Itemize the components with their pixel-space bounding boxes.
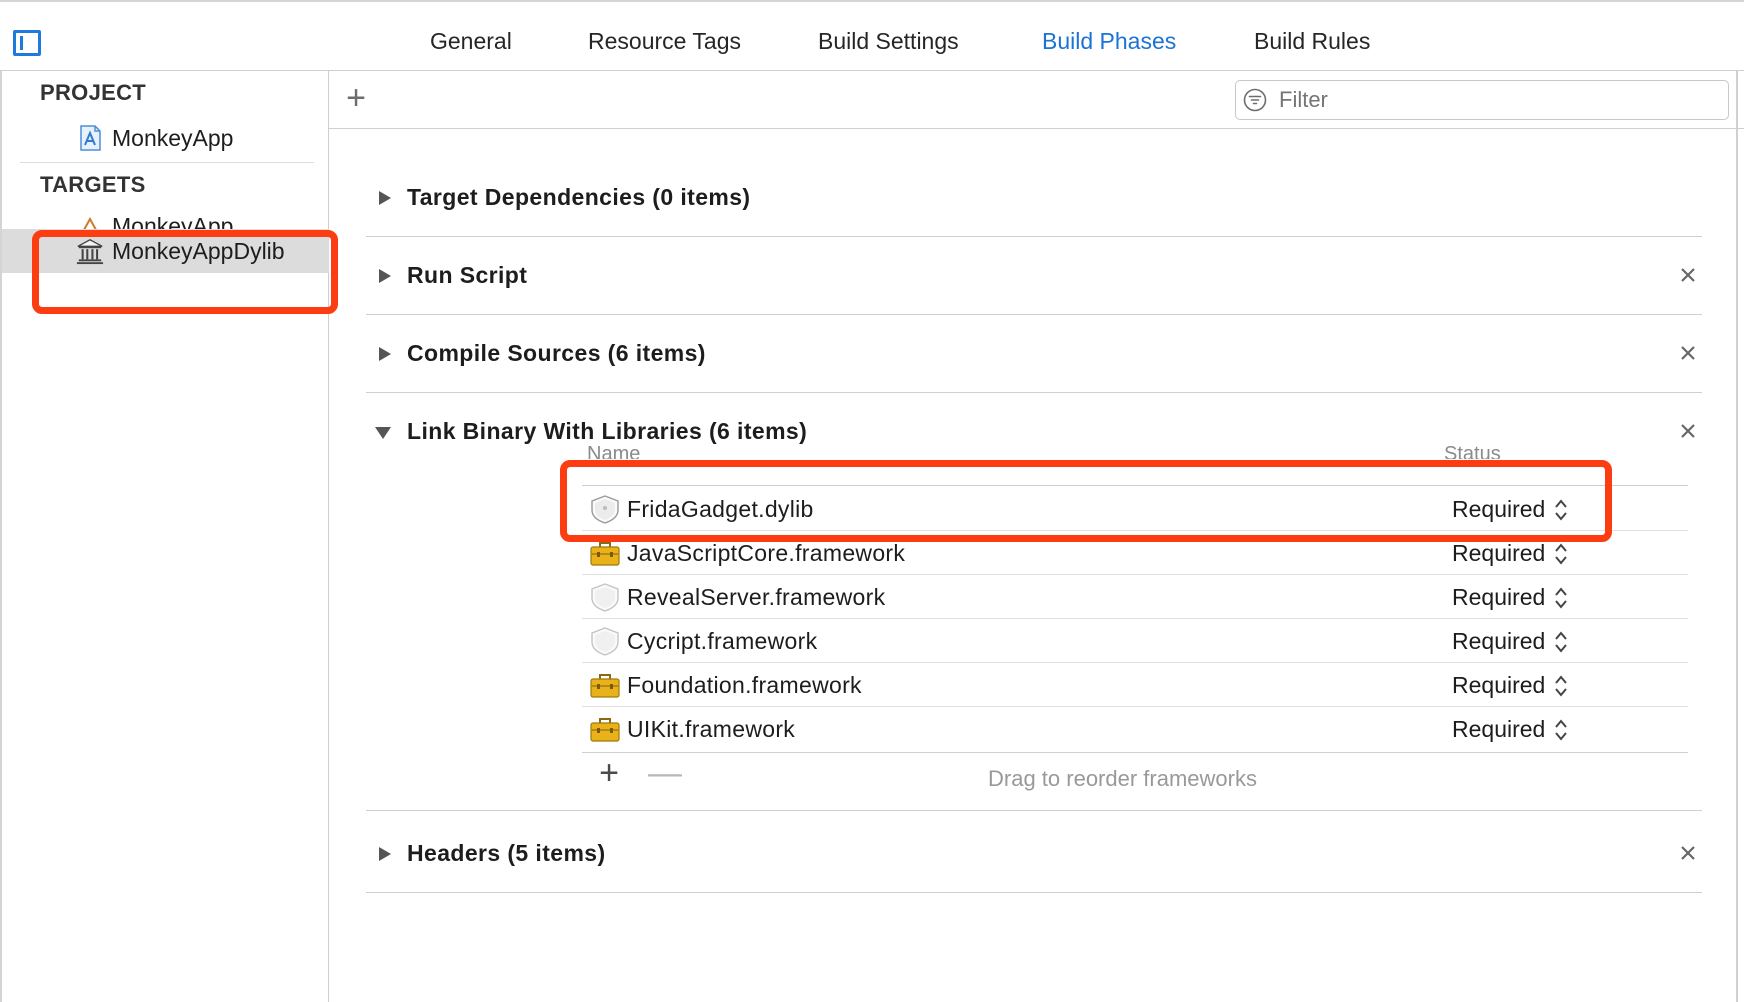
status-stepper-icon[interactable] [1554, 542, 1568, 566]
disclosure-triangle-collapsed-icon[interactable] [378, 190, 392, 206]
filter-input[interactable] [1235, 80, 1729, 120]
tab-build-phases[interactable]: Build Phases [1042, 28, 1176, 55]
drag-hint-text: Drag to reorder frameworks [988, 766, 1257, 791]
status-stepper-icon[interactable] [1554, 630, 1568, 654]
library-row-fridagadget[interactable]: FridaGadget.dylib Required [582, 487, 1688, 531]
toolbox-framework-icon [590, 542, 620, 566]
toolbox-framework-icon [590, 674, 620, 698]
library-row-javascriptcore[interactable]: JavaScriptCore.framework Required [582, 531, 1688, 575]
targets-section-header: TARGETS [40, 172, 146, 197]
library-status: Required [1452, 716, 1546, 742]
sidebar-divider [20, 162, 314, 163]
disclosure-triangle-collapsed-icon[interactable] [378, 268, 392, 284]
library-status: Required [1452, 584, 1546, 610]
disclosure-triangle-expanded-icon[interactable] [374, 426, 392, 440]
library-name: JavaScriptCore.framework [627, 540, 906, 566]
sidebar-item-target-monkeyappdylib[interactable]: MonkeyAppDylib [2, 229, 329, 273]
phase-title: Link Binary With Libraries (6 items) [407, 418, 808, 444]
shield-framework-icon [591, 583, 619, 612]
disclosure-triangle-collapsed-icon[interactable] [378, 846, 392, 862]
sidebar-item-project-monkeyapp[interactable]: MonkeyApp [2, 116, 329, 160]
library-row-uikit[interactable]: UIKit.framework Required [582, 707, 1688, 751]
library-row-revealserver[interactable]: RevealServer.framework Required [582, 575, 1688, 619]
library-status: Required [1452, 496, 1546, 522]
library-name: UIKit.framework [627, 716, 796, 742]
status-stepper-icon[interactable] [1554, 498, 1568, 522]
phase-title: Headers (5 items) [407, 840, 606, 866]
status-stepper-icon[interactable] [1554, 586, 1568, 610]
phase-title: Target Dependencies (0 items) [407, 184, 751, 210]
sidebar-item-label: MonkeyApp [112, 124, 234, 151]
phase-title: Run Script [407, 262, 528, 288]
editor-tab-bar: General Resource Tags Build Settings Bui… [0, 0, 1744, 71]
filter-icon [1243, 88, 1267, 112]
add-build-phase-button[interactable]: + [343, 81, 369, 115]
library-row-foundation[interactable]: Foundation.framework Required [582, 663, 1688, 707]
library-name: RevealServer.framework [627, 584, 886, 610]
library-target-icon [76, 239, 104, 265]
remove-library-button[interactable]: — [648, 756, 682, 790]
tab-build-rules[interactable]: Build Rules [1254, 28, 1370, 55]
sidebar-toggle-icon[interactable] [13, 30, 41, 56]
close-icon[interactable] [1676, 341, 1700, 365]
xcode-project-icon [80, 125, 101, 151]
table-header-divider [582, 485, 1688, 486]
tab-build-settings[interactable]: Build Settings [818, 28, 959, 55]
phase-target-dependencies[interactable]: Target Dependencies (0 items) [366, 159, 1702, 237]
close-icon[interactable] [1676, 419, 1700, 443]
library-status: Required [1452, 540, 1546, 566]
dylib-shield-icon [591, 495, 619, 524]
add-library-button[interactable]: + [596, 756, 622, 790]
disclosure-triangle-collapsed-icon[interactable] [378, 346, 392, 362]
library-name: Cycript.framework [627, 628, 818, 654]
status-stepper-icon[interactable] [1554, 718, 1568, 742]
phase-compile-sources[interactable]: Compile Sources (6 items) [366, 315, 1702, 393]
project-navigator: PROJECT MonkeyApp TARGETS MonkeyApp Monk… [0, 71, 329, 1002]
sidebar-item-label: MonkeyAppDylib [112, 237, 285, 264]
table-footer-divider [582, 752, 1688, 753]
shield-framework-icon [591, 627, 619, 656]
library-status: Required [1452, 628, 1546, 654]
close-icon[interactable] [1676, 841, 1700, 865]
library-status: Required [1452, 672, 1546, 698]
phase-headers[interactable]: Headers (5 items) [366, 815, 1702, 893]
project-section-header: PROJECT [40, 80, 147, 105]
window-right-edge [1736, 71, 1738, 1002]
build-phases-toolbar: + [329, 71, 1744, 129]
library-row-cycript[interactable]: Cycript.framework Required [582, 619, 1688, 663]
phase-run-script[interactable]: Run Script [366, 237, 1702, 315]
library-name: Foundation.framework [627, 672, 862, 698]
tab-resource-tags[interactable]: Resource Tags [588, 28, 741, 55]
phase-title: Compile Sources (6 items) [407, 340, 706, 366]
toolbox-framework-icon [590, 718, 620, 742]
library-name: FridaGadget.dylib [627, 496, 814, 522]
tab-general[interactable]: General [430, 28, 512, 55]
status-stepper-icon[interactable] [1554, 674, 1568, 698]
close-icon[interactable] [1676, 263, 1700, 287]
